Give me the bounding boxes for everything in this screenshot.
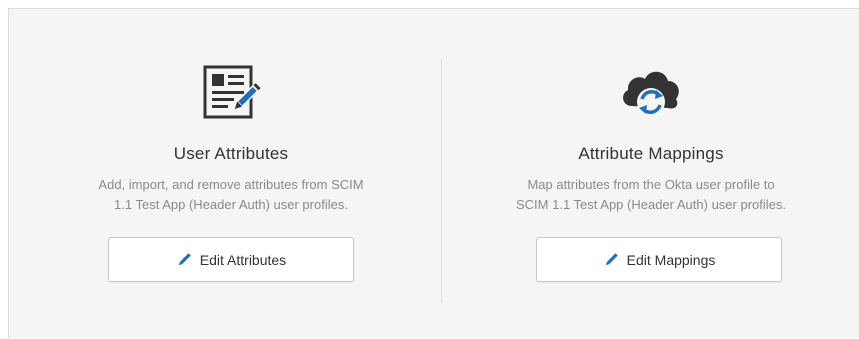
attribute-mappings-description: Map attributes from the Okta user profil… xyxy=(471,175,831,215)
user-attributes-section: User Attributes Add, import, and remove … xyxy=(21,9,441,339)
user-attributes-description-line1: Add, import, and remove attributes from … xyxy=(98,177,364,192)
cloud-sync-icon xyxy=(441,64,859,124)
user-attributes-description-line2: 1.1 Test App (Header Auth) user profiles… xyxy=(114,197,348,212)
profile-edit-icon xyxy=(21,64,441,124)
pencil-icon xyxy=(603,252,619,268)
attribute-mappings-description-line2: SCIM 1.1 Test App (Header Auth) user pro… xyxy=(515,197,786,212)
edit-attributes-button[interactable]: Edit Attributes xyxy=(108,237,354,282)
user-attributes-title: User Attributes xyxy=(173,144,289,163)
edit-attributes-label: Edit Attributes xyxy=(199,251,287,268)
user-attributes-description: Add, import, and remove attributes from … xyxy=(51,175,411,215)
attribute-mappings-description-line1: Map attributes from the Okta user profil… xyxy=(527,177,775,192)
pencil-icon xyxy=(176,252,192,268)
attributes-panel: User Attributes Add, import, and remove … xyxy=(8,8,859,338)
attribute-mappings-section: Attribute Mappings Map attributes from t… xyxy=(441,9,859,339)
edit-mappings-button[interactable]: Edit Mappings xyxy=(536,237,782,282)
attribute-mappings-title: Attribute Mappings xyxy=(578,144,724,163)
edit-mappings-label: Edit Mappings xyxy=(626,251,716,268)
